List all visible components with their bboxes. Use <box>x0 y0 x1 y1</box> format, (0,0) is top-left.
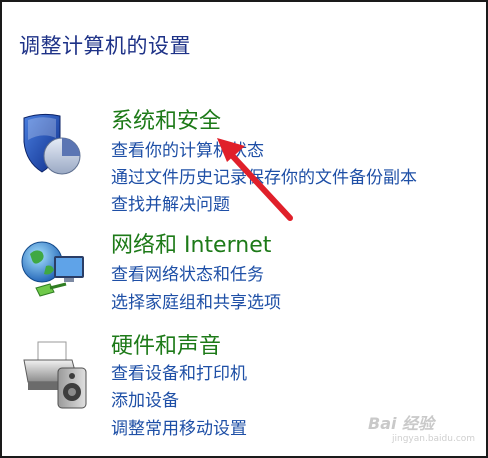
network-icon[interactable] <box>20 236 90 310</box>
watermark-logo: Bai 经验 jingyan.baidu.com <box>368 410 475 444</box>
red-arrow-icon <box>205 130 305 234</box>
category-title-hardware-sound[interactable]: 硬件和声音 <box>111 333 221 361</box>
shield-icon[interactable] <box>20 110 82 184</box>
link-network-status-tasks[interactable]: 查看网络状态和任务 <box>111 264 264 286</box>
link-add-device[interactable]: 添加设备 <box>111 390 179 412</box>
link-homegroup-sharing[interactable]: 选择家庭组和共享选项 <box>111 292 281 314</box>
category-title-network-internet[interactable]: 网络和 Internet <box>111 232 271 260</box>
page-title: 调整计算机的设置 <box>19 34 191 58</box>
printer-icon[interactable] <box>20 338 92 416</box>
link-devices-printers[interactable]: 查看设备和打印机 <box>111 363 247 385</box>
watermark-text: Bai 经验 <box>368 414 435 433</box>
watermark-sub: jingyan.baidu.com <box>392 434 476 444</box>
link-mobility-settings[interactable]: 调整常用移动设置 <box>111 418 247 440</box>
